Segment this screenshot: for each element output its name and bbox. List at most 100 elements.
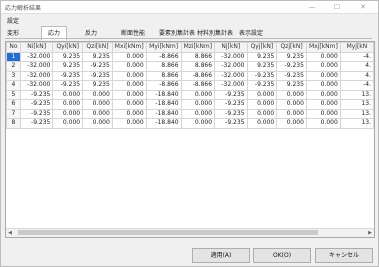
table-cell[interactable]: 8.866	[145, 70, 182, 81]
table-row[interactable]: 4 -32.000 -9.235 9.235 0.000 -8.866 -8.866 -32.…	[6, 80, 374, 91]
menu-settings[interactable]: 設定	[7, 16, 19, 25]
table-cell[interactable]: 0.000	[276, 99, 307, 110]
table-cell[interactable]: 9.235	[82, 80, 113, 91]
column-header[interactable]: Qzi[kN]	[82, 42, 113, 53]
table-row[interactable]: 7 -9.235 0.000 0.000 0.000 -18.840 0.000 -9.235…	[6, 108, 374, 119]
table-cell[interactable]: 0.000	[305, 89, 341, 100]
row-number-cell[interactable]: 7	[6, 108, 21, 119]
table-cell[interactable]: 0.000	[111, 70, 147, 81]
table-cell[interactable]: 8.866	[180, 61, 216, 72]
table-row[interactable]: 2 -32.000 9.235 -9.235 0.000 8.866 8.866 -32.00…	[6, 61, 374, 72]
table-cell[interactable]: 0.000	[111, 51, 147, 62]
results-grid[interactable]: No Ni[kN] Qyi[kN] Qzi[kN] Mxi[kNm] Myi[kNm] Mz…	[5, 41, 375, 238]
table-cell[interactable]: -9.235	[214, 108, 248, 119]
row-number-cell[interactable]: 2	[6, 61, 21, 72]
table-cell[interactable]: -9.235	[52, 80, 84, 91]
table-cell[interactable]: 0.000	[305, 108, 341, 119]
scrollbar-thumb[interactable]	[18, 230, 318, 235]
table-cell[interactable]: 4.	[339, 70, 374, 81]
table-cell[interactable]: 4.	[339, 61, 374, 72]
table-cell[interactable]: 9.235	[276, 51, 307, 62]
column-header[interactable]: Myj[kN	[339, 42, 374, 53]
table-cell[interactable]: 0.000	[246, 108, 278, 119]
table-cell[interactable]: 0.000	[82, 118, 113, 129]
table-cell[interactable]: 0.000	[305, 118, 341, 129]
table-cell[interactable]: -32.000	[19, 51, 54, 62]
table-cell[interactable]: -32.000	[214, 51, 248, 62]
table-cell[interactable]: 0.000	[246, 89, 278, 100]
table-cell[interactable]: -9.235	[246, 80, 278, 91]
table-cell[interactable]: -9.235	[19, 99, 54, 110]
table-cell[interactable]: 0.000	[305, 70, 341, 81]
table-cell[interactable]: 0.000	[52, 99, 84, 110]
table-cell[interactable]: -18.840	[145, 108, 182, 119]
table-cell[interactable]: -32.000	[19, 61, 54, 72]
table-cell[interactable]: 0.000	[52, 108, 84, 119]
tab-display-settings[interactable]: 表示設定	[239, 28, 263, 37]
row-number-cell[interactable]: 3	[6, 70, 21, 81]
table-cell[interactable]: 0.000	[305, 61, 341, 72]
table-cell[interactable]: 0.000	[180, 118, 216, 129]
column-header[interactable]: No	[6, 42, 21, 53]
table-cell[interactable]: -32.000	[19, 80, 54, 91]
table-cell[interactable]: 0.000	[180, 99, 216, 110]
table-cell[interactable]: -9.235	[214, 89, 248, 100]
table-cell[interactable]: -8.866	[145, 80, 182, 91]
table-cell[interactable]: -32.000	[214, 61, 248, 72]
table-cell[interactable]: -4.	[339, 51, 374, 62]
table-cell[interactable]: 13.	[339, 118, 374, 129]
table-cell[interactable]: 0.000	[82, 108, 113, 119]
tab-reaction[interactable]: 反力	[85, 28, 97, 37]
table-cell[interactable]: -9.235	[276, 70, 307, 81]
table-cell[interactable]: 0.000	[246, 99, 278, 110]
table-cell[interactable]: 13.	[339, 99, 374, 110]
table-cell[interactable]: -32.000	[19, 70, 54, 81]
table-cell[interactable]: 0.000	[111, 118, 147, 129]
column-header[interactable]: Qyj[kN]	[246, 42, 278, 53]
table-cell[interactable]: -8.866	[180, 80, 216, 91]
tab-element-summary[interactable]: 要素別集計表	[159, 28, 195, 37]
tab-material-summary[interactable]: 材料別集計表	[197, 28, 233, 37]
table-cell[interactable]: 8.866	[145, 61, 182, 72]
table-cell[interactable]: 0.000	[52, 89, 84, 100]
table-cell[interactable]: 9.235	[82, 51, 113, 62]
tab-deformation[interactable]: 変形	[7, 28, 19, 37]
table-row[interactable]: 8 -9.235 0.000 0.000 0.000 -18.840 0.000 -9.235…	[6, 118, 374, 129]
table-cell[interactable]: -9.235	[19, 108, 54, 119]
table-cell[interactable]: 0.000	[111, 99, 147, 110]
table-cell[interactable]: -9.235	[82, 70, 113, 81]
row-number-cell[interactable]: 6	[6, 99, 21, 110]
column-header[interactable]: Mxi[kNm]	[111, 42, 147, 53]
table-cell[interactable]: 0.000	[111, 89, 147, 100]
column-header[interactable]: Qyi[kN]	[52, 42, 84, 53]
table-cell[interactable]: -9.235	[52, 70, 84, 81]
table-cell[interactable]: 8.866	[180, 51, 216, 62]
table-cell[interactable]: 0.000	[276, 108, 307, 119]
row-number-cell[interactable]: 8	[6, 118, 21, 129]
table-cell[interactable]: 0.000	[305, 99, 341, 110]
table-cell[interactable]: -18.840	[145, 99, 182, 110]
table-cell[interactable]: 0.000	[82, 89, 113, 100]
table-cell[interactable]: 0.000	[82, 99, 113, 110]
table-cell[interactable]: -9.235	[19, 89, 54, 100]
table-cell[interactable]: -9.235	[214, 99, 248, 110]
ok-button[interactable]: OK(O)	[253, 248, 311, 263]
table-cell[interactable]: 9.235	[276, 80, 307, 91]
table-cell[interactable]: 13.	[339, 89, 374, 100]
table-cell[interactable]: 9.235	[246, 61, 278, 72]
table-cell[interactable]: -18.840	[145, 118, 182, 129]
table-cell[interactable]: -18.840	[145, 89, 182, 100]
table-cell[interactable]: -8.866	[145, 51, 182, 62]
column-header[interactable]: Mxj[kNm]	[305, 42, 341, 53]
table-cell[interactable]: 9.235	[52, 61, 84, 72]
scroll-left-icon[interactable]: ◀	[6, 229, 14, 237]
table-cell[interactable]: 13.	[339, 108, 374, 119]
table-cell[interactable]: 0.000	[111, 80, 147, 91]
table-cell[interactable]: 0.000	[305, 51, 341, 62]
row-number-cell[interactable]: 1	[6, 51, 21, 62]
table-cell[interactable]: 0.000	[111, 108, 147, 119]
tab-section-properties[interactable]: 断面性能	[121, 28, 145, 37]
horizontal-scrollbar[interactable]: ◀ ▶	[6, 228, 374, 237]
table-row[interactable]: 6 -9.235 0.000 0.000 0.000 -18.840 0.000 -9.235…	[6, 99, 374, 110]
apply-button[interactable]: 適用(A)	[192, 248, 250, 263]
